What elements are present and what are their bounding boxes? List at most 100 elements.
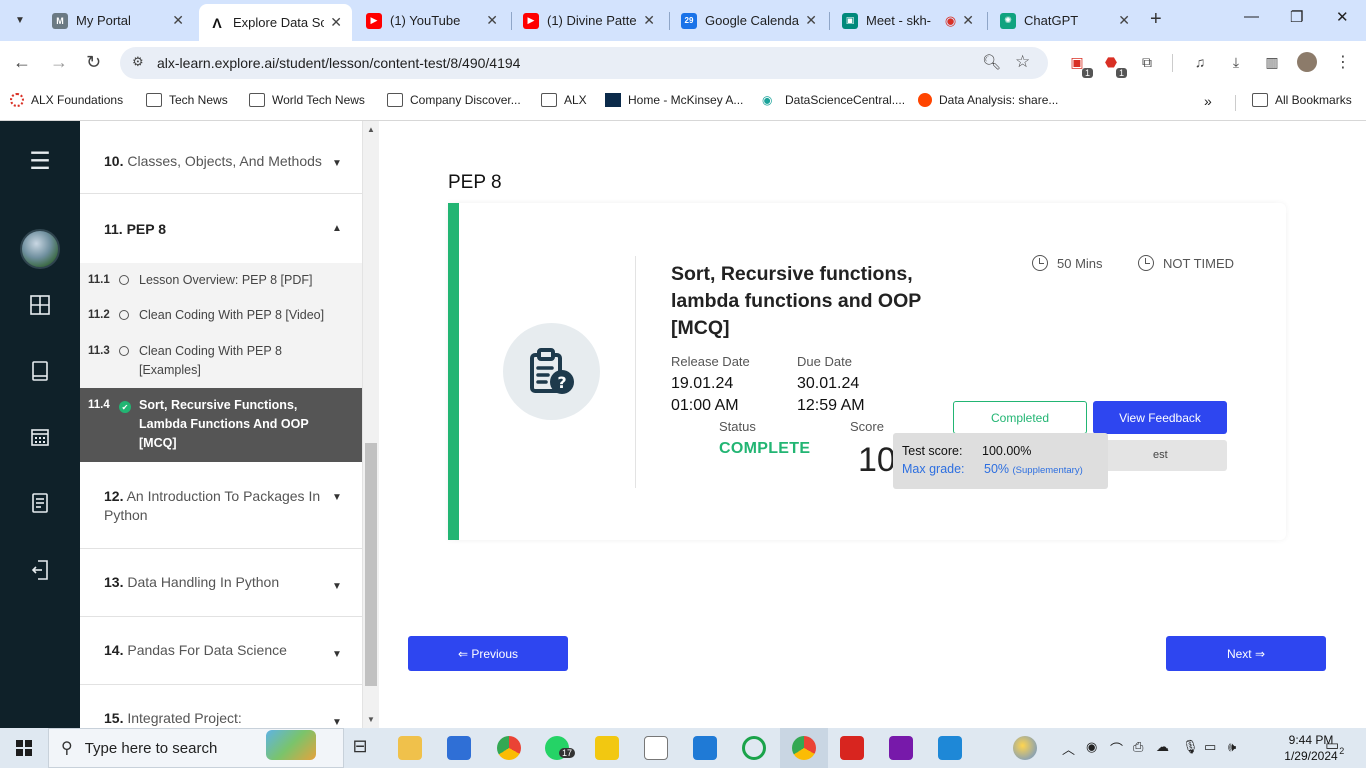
power-bi-icon[interactable] [595, 736, 619, 760]
scrollbar-thumb[interactable] [365, 443, 377, 686]
caret-down-icon[interactable]: ▼ [332, 717, 342, 728]
bookmark-world-tech-news[interactable]: World Tech News [249, 93, 365, 107]
book-icon[interactable] [28, 359, 52, 383]
minimize-icon[interactable]: — [1244, 8, 1259, 25]
chrome-icon[interactable] [497, 736, 521, 760]
chrome-menu-icon[interactable]: ⋮ [1333, 52, 1353, 72]
file-explorer-icon[interactable] [398, 736, 422, 760]
lesson-11-2[interactable]: 11.2 Clean Coding With PEP 8 [Video] [80, 299, 362, 334]
forward-icon[interactable]: → [50, 52, 68, 73]
close-tab-icon[interactable]: ✕ [330, 14, 342, 31]
puzzle-widget-icon[interactable] [266, 730, 316, 760]
module-10[interactable]: 10. Classes, Objects, And Methods ▼ [80, 121, 362, 194]
close-tab-icon[interactable]: ✕ [486, 12, 498, 29]
windows-start-icon[interactable] [16, 740, 32, 756]
zoom-icon[interactable]: 🔍︎ [982, 53, 1001, 71]
dashboard-grid-icon[interactable] [28, 293, 52, 317]
logout-icon[interactable] [28, 558, 52, 582]
document-icon[interactable] [28, 491, 52, 515]
scroll-down-arrow-icon[interactable]: ▼ [367, 715, 375, 724]
lesson-11-3[interactable]: 11.3 Clean Coding With PEP 8 [Examples] [80, 334, 362, 388]
close-tab-icon[interactable]: ✕ [805, 12, 817, 29]
vscode-icon[interactable] [938, 736, 962, 760]
tab-my-portal[interactable]: M My Portal ✕ [42, 4, 194, 37]
module-11[interactable]: 11. PEP 8 ▲ [80, 194, 362, 263]
reader-icon[interactable] [644, 736, 668, 760]
bookmark-mckinsey[interactable]: Home - McKinsey A... [605, 93, 743, 107]
show-hidden-icons[interactable]: ︿ [1062, 739, 1075, 758]
file-icon[interactable] [693, 736, 717, 760]
caret-down-icon[interactable]: ▼ [332, 581, 342, 592]
network-icon[interactable]: ⌒ [1110, 739, 1123, 758]
task-view-icon[interactable]: ⊟ [348, 736, 372, 760]
close-tab-icon[interactable]: ✕ [172, 12, 184, 29]
extension-icon[interactable]: ▣ 1 [1067, 52, 1093, 78]
bookmark-company-discover[interactable]: Company Discover... [387, 93, 521, 107]
bookmark-star-icon[interactable]: ☆ [1015, 52, 1030, 72]
scroll-up-arrow-icon[interactable]: ▲ [367, 125, 375, 134]
extensions-puzzle-icon[interactable]: ⧉ [1137, 52, 1157, 72]
more-bookmarks-icon[interactable]: » [1204, 93, 1212, 109]
onedrive-icon[interactable]: ☁ [1156, 739, 1169, 755]
module-13[interactable]: 13. Data Handling In Python ▼ [80, 549, 362, 617]
caret-up-icon[interactable]: ▲ [332, 223, 342, 234]
user-avatar[interactable] [20, 229, 60, 269]
close-tab-icon[interactable]: ✕ [643, 12, 655, 29]
microphone-icon[interactable]: 🎙︎ [1182, 739, 1199, 755]
tab-youtube[interactable]: ▶ (1) YouTube ✕ [356, 4, 508, 37]
tab-google-calendar[interactable]: 29 Google Calenda ✕ [671, 4, 827, 37]
back-icon[interactable]: ← [13, 52, 31, 73]
side-panel-icon[interactable]: ▥ [1262, 52, 1282, 72]
location-icon[interactable]: ◉ [1086, 739, 1097, 755]
volume-icon[interactable]: 🕪︎ [1228, 739, 1236, 755]
caret-down-icon[interactable]: ▼ [332, 492, 342, 503]
tab-search-icon[interactable]: ▼ [8, 8, 32, 32]
media-control-icon[interactable]: ♫ [1190, 52, 1210, 72]
url-text[interactable]: alx-learn.explore.ai/student/lesson/cont… [157, 55, 520, 71]
lesson-11-4-active[interactable]: 11.4 ✔ Sort, Recursive Functions, Lambda … [80, 388, 362, 462]
completed-button[interactable]: Completed [953, 401, 1087, 434]
site-info-icon[interactable]: ⚙ [132, 54, 144, 70]
meet-now-icon[interactable]: ⎙ [1133, 739, 1143, 755]
bookmark-alx[interactable]: ALX [541, 93, 587, 107]
new-tab-icon[interactable]: + [1150, 8, 1162, 31]
active-chrome-taskbar-item[interactable] [780, 728, 828, 768]
notifications-icon[interactable]: ▭2 [1325, 736, 1344, 756]
bookmark-datasciencecentral[interactable]: ◉ DataScienceCentral.... [762, 93, 905, 107]
tab-divine-patterns[interactable]: ▶ (1) Divine Patter ✕ [513, 4, 665, 37]
microsoft-store-icon[interactable] [447, 736, 471, 760]
retake-test-button[interactable]: est [1093, 440, 1227, 471]
hamburger-menu-icon[interactable]: ☰ [28, 148, 52, 175]
previous-button[interactable]: ⇐ Previous [408, 636, 568, 671]
download-icon[interactable]: ⤓ [1226, 52, 1246, 72]
tab-chatgpt[interactable]: ✺ ChatGPT ✕ [990, 4, 1140, 37]
module-15[interactable]: 15. Integrated Project: ▼ [80, 685, 362, 728]
restore-icon[interactable]: ❐ [1290, 8, 1303, 26]
caret-down-icon[interactable]: ▼ [332, 158, 342, 169]
next-button[interactable]: Next ⇒ [1166, 636, 1326, 671]
view-feedback-button[interactable]: View Feedback [1093, 401, 1227, 434]
bookmark-data-analysis[interactable]: Data Analysis: share... [918, 93, 1058, 107]
tab-explore-data-science[interactable]: Λ Explore Data Sci ✕ [199, 4, 352, 41]
bookmark-alx-foundations[interactable]: ALX Foundations [10, 93, 123, 107]
calendar-icon[interactable] [28, 425, 52, 449]
close-tab-icon[interactable]: ✕ [962, 12, 974, 29]
close-tab-icon[interactable]: ✕ [1118, 12, 1130, 29]
close-window-icon[interactable]: ✕ [1336, 8, 1349, 26]
acrobat-icon[interactable] [840, 736, 864, 760]
module-12[interactable]: 12. An Introduction To Packages In Python… [80, 462, 362, 549]
adblock-extension-icon[interactable]: ⬣ 1 [1101, 52, 1127, 78]
onenote-icon[interactable] [889, 736, 913, 760]
whatsapp-icon[interactable]: 17 [545, 736, 576, 760]
profile-avatar[interactable] [1297, 52, 1317, 72]
reload-icon[interactable]: ↻ [86, 52, 101, 73]
bookmark-all-bookmarks[interactable]: All Bookmarks [1252, 93, 1352, 107]
sync-app-icon[interactable] [742, 736, 766, 760]
bookmark-tech-news[interactable]: Tech News [146, 93, 228, 107]
weather-icon[interactable] [1013, 736, 1037, 760]
address-bar[interactable]: ⚙ alx-learn.explore.ai/student/lesson/co… [120, 47, 1048, 79]
tab-google-meet[interactable]: ▣ Meet - skh- ◉ ✕ [832, 4, 984, 37]
caret-down-icon[interactable]: ▼ [332, 649, 342, 660]
lesson-11-1[interactable]: 11.1 Lesson Overview: PEP 8 [PDF] [80, 263, 362, 299]
module-14[interactable]: 14. Pandas For Data Science ▼ [80, 617, 362, 685]
